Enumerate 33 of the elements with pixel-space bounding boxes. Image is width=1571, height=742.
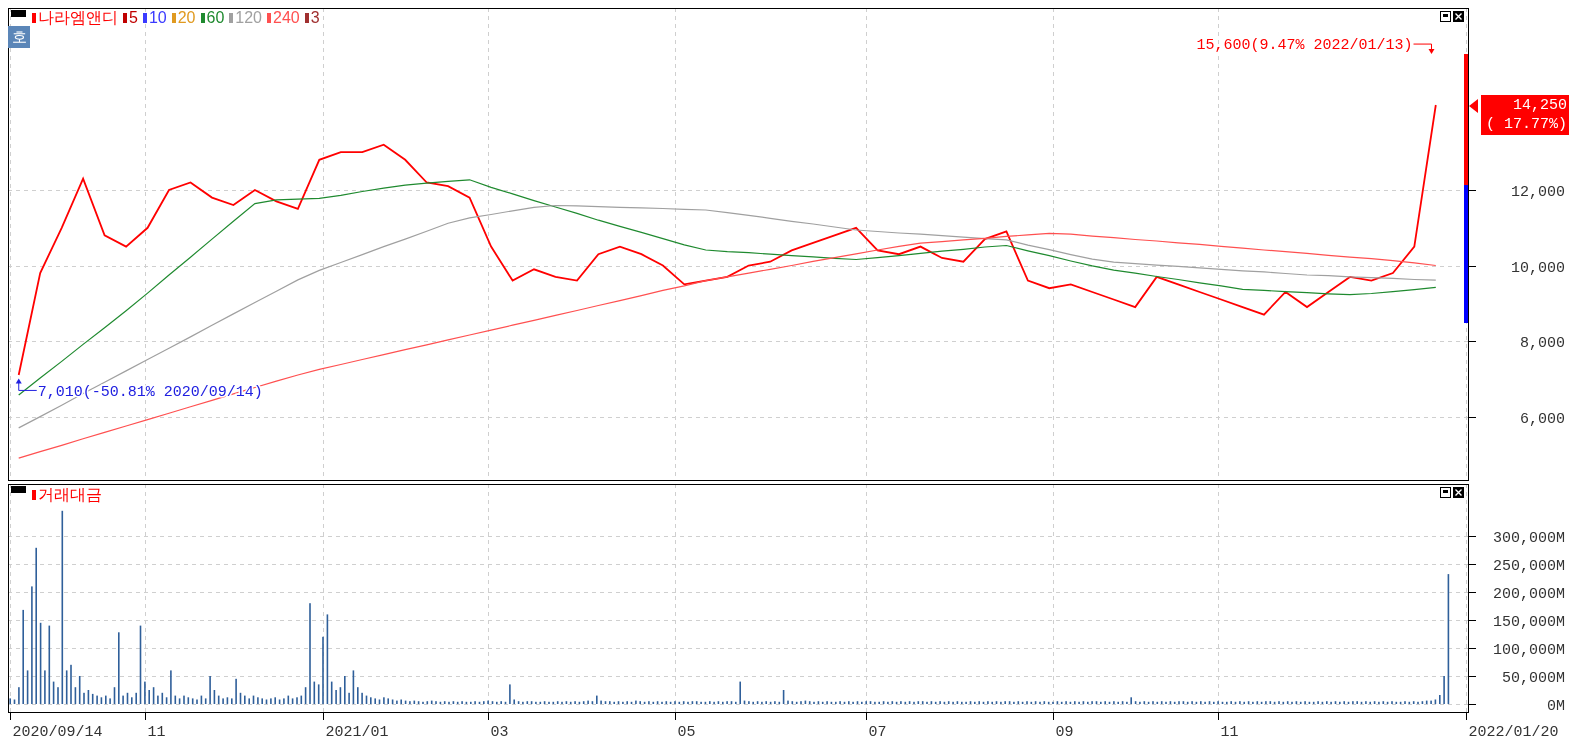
legend-label: 240	[273, 9, 300, 27]
current-price: 14,250	[1512, 96, 1567, 115]
legend-label: 5	[129, 9, 138, 27]
axis-label: 11	[147, 724, 166, 741]
axis-label: 6,000	[1520, 410, 1565, 428]
axis-label: 07	[868, 724, 887, 741]
axis-label: 12,000	[1511, 183, 1565, 201]
axis-label: 05	[677, 724, 696, 741]
axis-label: 0M	[1547, 697, 1565, 715]
axis-label: 150,000M	[1493, 613, 1565, 631]
axis-label: 11	[1220, 724, 1239, 741]
legend-label: 60	[206, 9, 225, 27]
price-annotation: 15,600(9.47% 2022/01/13)	[1196, 37, 1413, 55]
axis-label: 09	[1055, 724, 1074, 741]
legend-label: 10	[148, 9, 167, 27]
axis-label: 200,000M	[1493, 585, 1565, 603]
price-change: ( 17.77%)	[1485, 115, 1567, 134]
legend-label: 3	[310, 9, 320, 27]
axis-label: 250,000M	[1493, 557, 1565, 575]
axis-label: 8,000	[1520, 334, 1565, 352]
axis-label: 2021/01	[325, 724, 389, 741]
axis-label: 03	[490, 724, 509, 741]
axis-label: 2022/01/20	[1468, 724, 1559, 741]
axis-label: 2020/09/14	[12, 724, 103, 741]
axis-label: 100,000M	[1493, 641, 1565, 659]
legend-label: 20	[177, 9, 196, 27]
legend-label: 나라엠앤디	[38, 9, 118, 27]
legend-label: 120	[235, 9, 262, 27]
legend-label: 거래대금	[38, 486, 102, 504]
axis-label: 10,000	[1511, 259, 1565, 277]
axis-label: 300,000M	[1493, 529, 1565, 547]
axis-label: 50,000M	[1502, 669, 1565, 687]
badge[interactable]: 호	[8, 26, 30, 48]
